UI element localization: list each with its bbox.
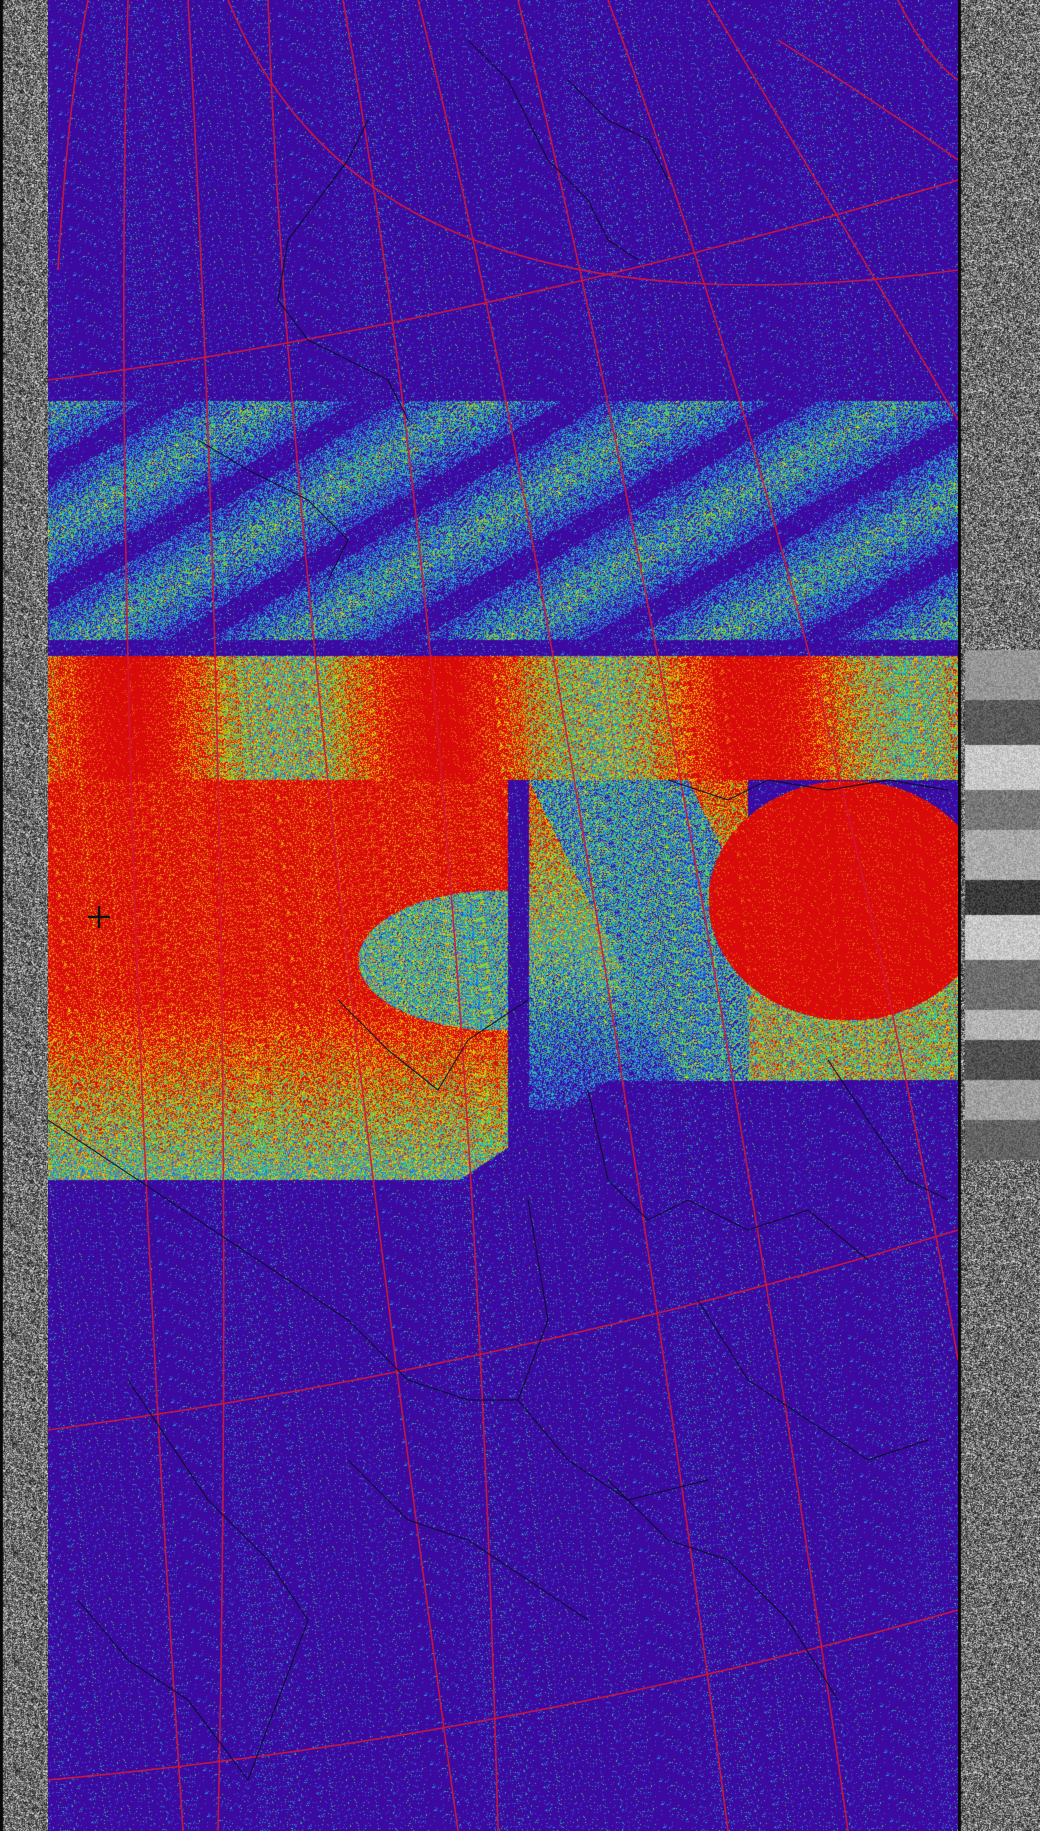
graticule-line <box>517 0 849 1831</box>
country-border <box>517 1199 709 1501</box>
graticule-line <box>417 0 729 1831</box>
country-border <box>337 999 529 1091</box>
country-border <box>697 1299 929 1461</box>
graticule-line <box>48 179 958 381</box>
graticule-line <box>707 0 958 421</box>
telemetry-strip-right <box>958 0 1040 1831</box>
country-borders <box>48 39 949 1781</box>
country-border <box>77 1599 249 1781</box>
lat-lon-graticule <box>48 0 958 1831</box>
country-border <box>287 1279 518 1401</box>
telemetry-strip-left <box>0 0 48 1831</box>
country-border <box>277 119 409 421</box>
graticule-line <box>48 1609 958 1781</box>
map-overlay <box>48 0 958 1831</box>
graticule-line <box>897 0 958 81</box>
graticule-line <box>122 0 184 1831</box>
country-border <box>347 1459 589 1621</box>
graticule-line <box>187 0 225 1831</box>
country-border <box>197 439 349 581</box>
country-border <box>127 1379 309 1781</box>
country-border <box>567 79 669 181</box>
country-border <box>667 779 949 801</box>
country-border <box>827 1059 949 1201</box>
graticule-line <box>607 0 958 1361</box>
country-border <box>607 1479 839 1701</box>
graticule-line <box>777 39 958 161</box>
country-border <box>48 1119 289 1281</box>
graticule-line <box>267 0 459 1831</box>
country-border <box>587 1089 869 1261</box>
satellite-image-view <box>0 0 1040 1831</box>
graticule-line <box>227 0 958 286</box>
graticule-line <box>57 0 89 271</box>
reception-location-marker <box>88 906 110 928</box>
